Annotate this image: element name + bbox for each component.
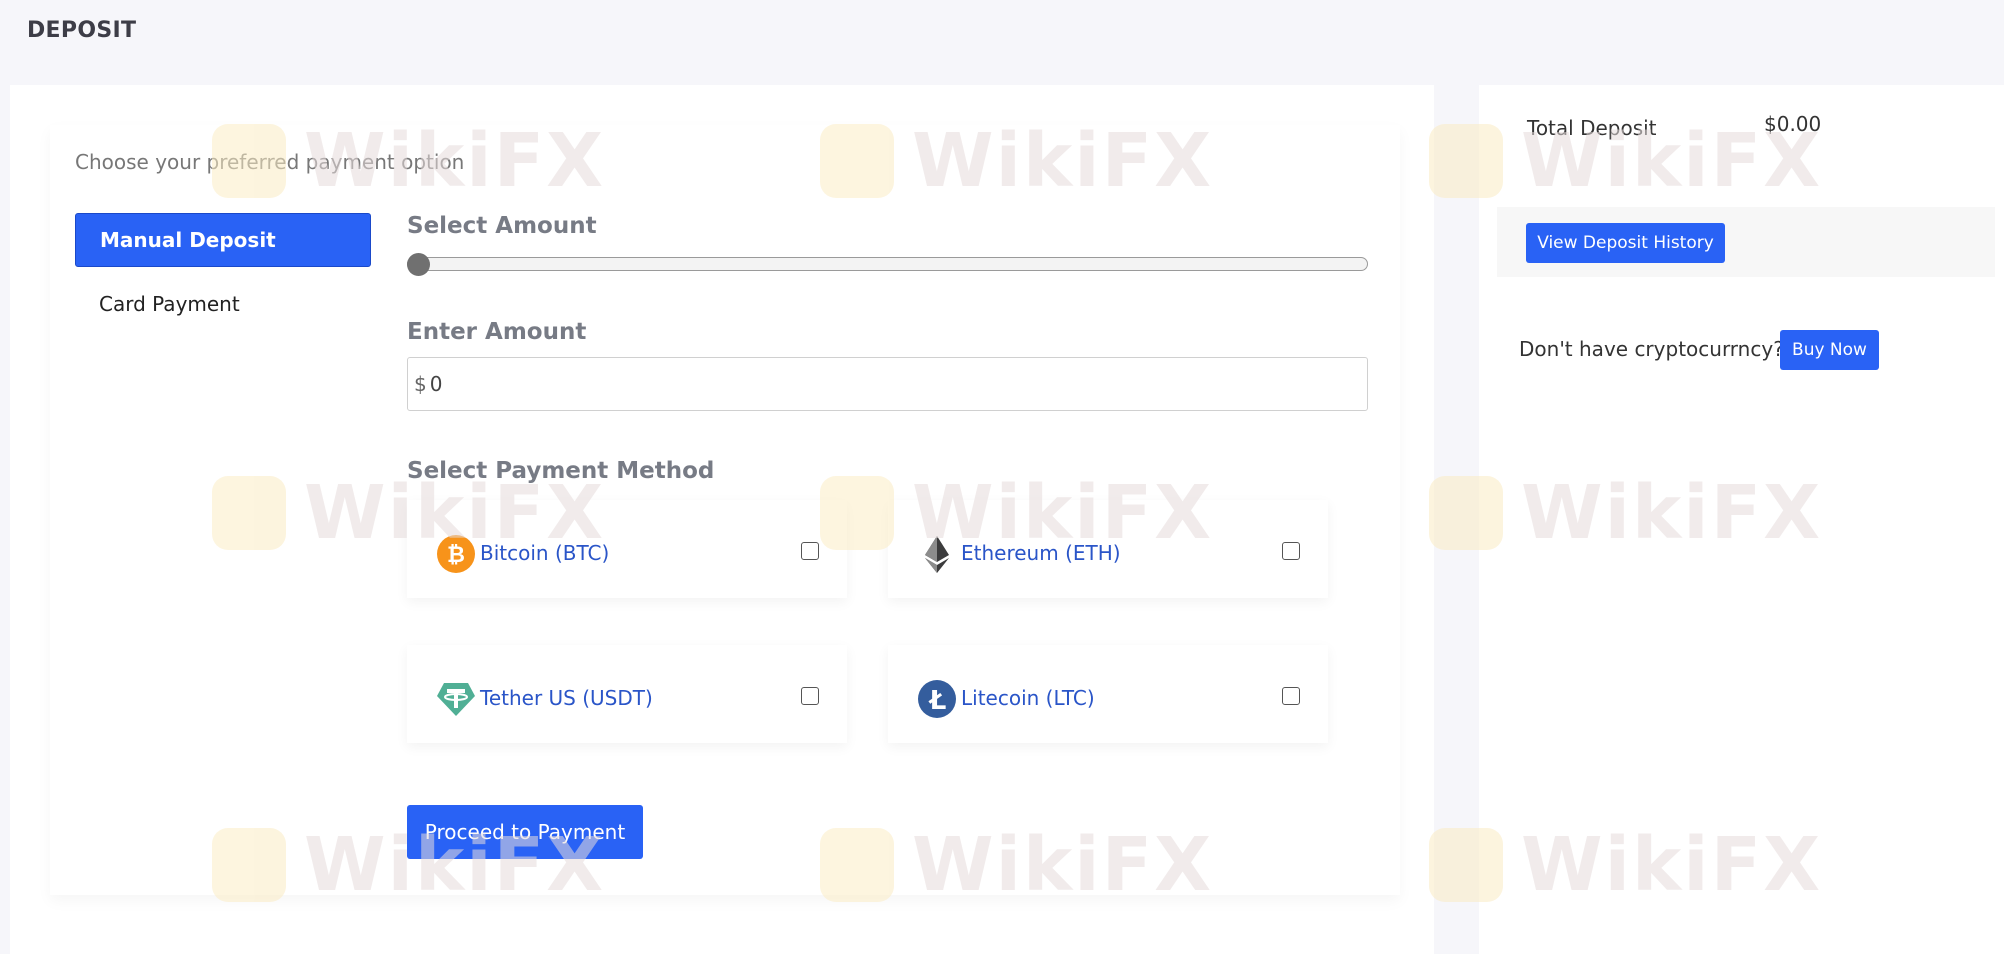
bitcoin-icon: ₿: [437, 535, 475, 573]
method-label-litecoin: Litecoin (LTC): [961, 686, 1095, 710]
payment-method-ethereum[interactable]: Ethereum (ETH): [888, 500, 1328, 598]
amount-slider-thumb[interactable]: [407, 253, 430, 276]
method-label-tether: Tether US (USDT): [480, 686, 653, 710]
payment-method-label: Select Payment Method: [407, 458, 715, 484]
view-deposit-history-button[interactable]: View Deposit History: [1526, 223, 1725, 263]
total-deposit-label: Total Deposit: [1527, 116, 1657, 140]
amount-input[interactable]: [429, 372, 1030, 396]
payment-method-litecoin[interactable]: Ł Litecoin (LTC): [888, 645, 1328, 743]
currency-symbol: $: [414, 372, 427, 396]
payment-method-bitcoin[interactable]: ₿ Bitcoin (BTC): [407, 500, 847, 598]
tab-manual-deposit[interactable]: Manual Deposit: [75, 213, 371, 267]
enter-amount-label: Enter Amount: [407, 319, 587, 345]
total-deposit-value: $0.00: [1764, 112, 1822, 136]
method-label-bitcoin: Bitcoin (BTC): [480, 541, 610, 565]
amount-field-wrapper: $: [407, 357, 1368, 411]
checkbox-bitcoin[interactable]: [801, 542, 819, 560]
proceed-to-payment-button[interactable]: Proceed to Payment: [407, 805, 643, 859]
payment-option-subtitle: Choose your preferred payment option: [75, 150, 465, 174]
amount-slider-track[interactable]: [407, 257, 1368, 271]
crypto-prompt-text: Don't have cryptocurrncy?: [1519, 337, 1784, 361]
buy-now-button[interactable]: Buy Now: [1780, 330, 1879, 370]
page-title: DEPOSIT: [27, 18, 137, 43]
checkbox-tether[interactable]: [801, 687, 819, 705]
svg-text:Ł: Ł: [928, 686, 947, 716]
checkbox-ethereum[interactable]: [1282, 542, 1300, 560]
payment-method-tether[interactable]: Tether US (USDT): [407, 645, 847, 743]
checkbox-litecoin[interactable]: [1282, 687, 1300, 705]
ethereum-icon: [925, 536, 949, 573]
select-amount-label: Select Amount: [407, 213, 597, 239]
svg-text:₿: ₿: [447, 543, 465, 568]
litecoin-icon: Ł: [918, 680, 956, 718]
tether-icon: [437, 683, 475, 716]
tab-card-payment[interactable]: Card Payment: [75, 278, 371, 332]
method-label-ethereum: Ethereum (ETH): [961, 541, 1121, 565]
